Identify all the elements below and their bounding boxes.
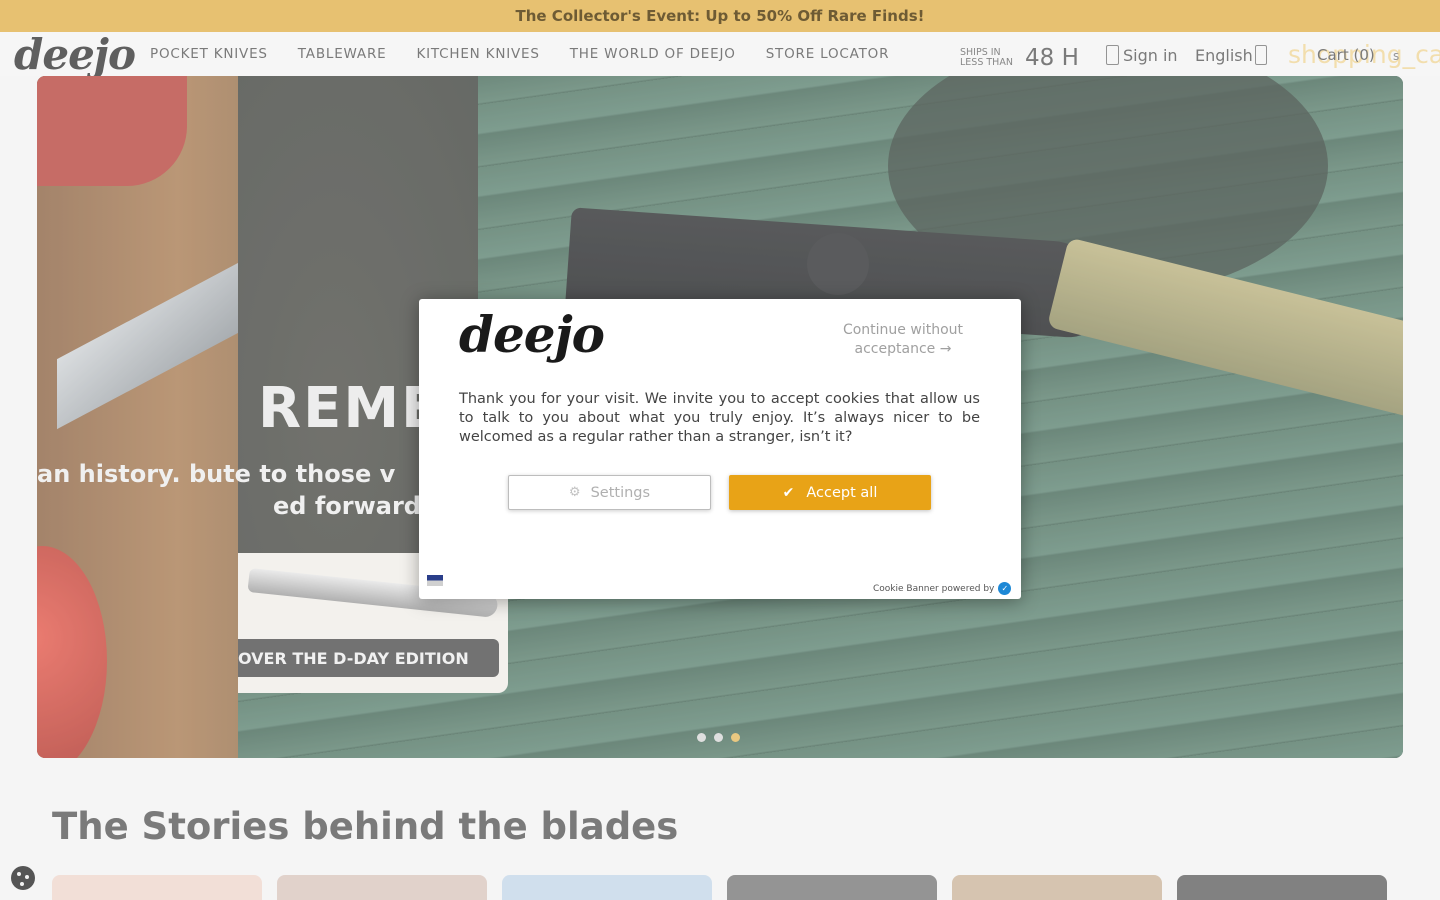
cookie-settings-button[interactable]: ⚙ Settings bbox=[508, 475, 711, 510]
cookie-settings-label: Settings bbox=[590, 484, 651, 501]
cookie-icon[interactable] bbox=[11, 866, 35, 890]
modal-backdrop-top bbox=[0, 0, 1440, 32]
language-flag-icon[interactable] bbox=[427, 575, 443, 586]
check-icon: ✔ bbox=[782, 484, 795, 501]
arrow-right-icon: → bbox=[939, 341, 952, 357]
cookie-banner-powered-by[interactable]: Cookie Banner powered by ✓ bbox=[873, 582, 1012, 595]
axeptio-badge-icon: ✓ bbox=[998, 582, 1012, 595]
cookie-dialog-logo: deejo bbox=[459, 305, 605, 364]
accept-all-label: Accept all bbox=[806, 484, 878, 501]
gear-icon: ⚙ bbox=[568, 485, 581, 500]
powered-by-label: Cookie Banner powered by bbox=[873, 583, 995, 594]
cookie-dialog-text: Thank you for your visit. We invite you … bbox=[459, 391, 980, 445]
continue-without-acceptance-link[interactable]: Continue without acceptance → bbox=[824, 321, 982, 359]
cookie-consent-dialog: deejo Continue without acceptance → Than… bbox=[419, 299, 1021, 599]
accept-all-button[interactable]: ✔ Accept all bbox=[729, 475, 931, 510]
